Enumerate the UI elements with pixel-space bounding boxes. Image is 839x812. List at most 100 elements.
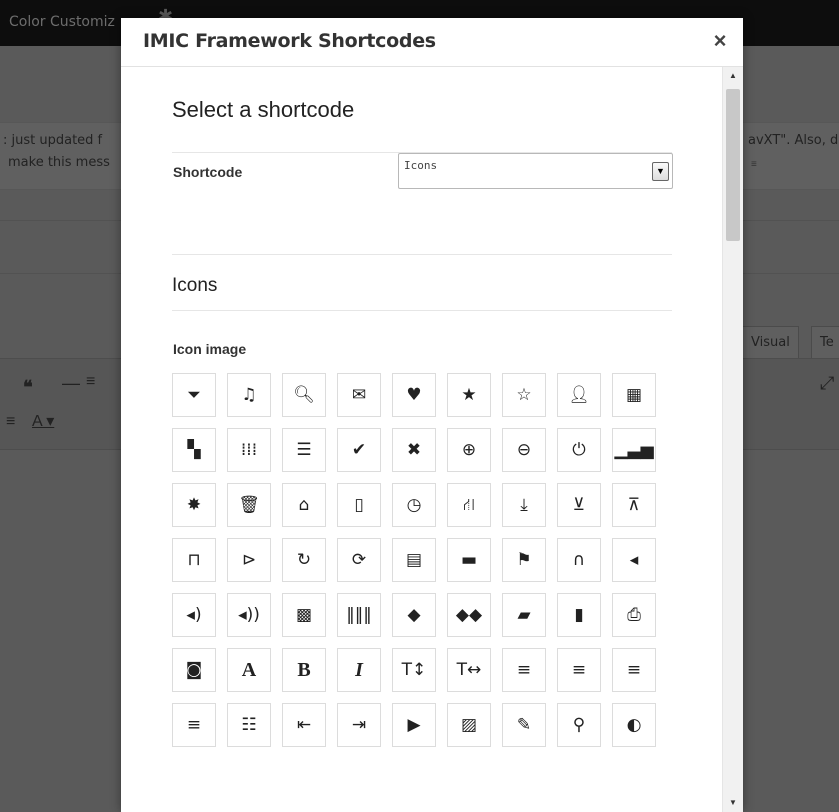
print-icon-button[interactable]: ⎙: [612, 593, 656, 637]
download-icon: ⊻: [572, 494, 586, 515]
align-icon[interactable]: ≡: [86, 373, 95, 391]
italic-icon: I: [355, 659, 363, 681]
tag-icon-button[interactable]: ◆: [392, 593, 436, 637]
camera-icon-button[interactable]: ◙: [172, 648, 216, 692]
zoom-in-icon: ⊕: [461, 439, 477, 460]
remove-icon: ✖: [406, 439, 422, 460]
tab-text[interactable]: Te: [811, 326, 839, 360]
time-icon: ◷: [406, 494, 422, 515]
picture-icon: ▨: [460, 714, 478, 735]
envelope-icon-button[interactable]: ✉: [337, 373, 381, 417]
heart-icon-button[interactable]: ♥: [392, 373, 436, 417]
customizer-link[interactable]: Color Customiz: [9, 14, 115, 30]
tab-visual[interactable]: Visual: [742, 326, 799, 360]
refresh-icon-button[interactable]: ⟳: [337, 538, 381, 582]
align-center-icon-button[interactable]: ≡: [557, 648, 601, 692]
th-large-icon-button[interactable]: ▚: [172, 428, 216, 472]
refresh-icon: ⟳: [351, 549, 367, 570]
film-icon-button[interactable]: ▦: [612, 373, 656, 417]
fullscreen-icon[interactable]: ⤢: [820, 373, 834, 394]
flag-icon-button[interactable]: ⚑: [502, 538, 546, 582]
lock-icon-button[interactable]: ▬: [447, 538, 491, 582]
signal-icon-button[interactable]: ▁▃▅: [612, 428, 656, 472]
close-icon[interactable]: ×: [709, 30, 731, 52]
remove-icon-button[interactable]: ✖: [392, 428, 436, 472]
road-icon-button[interactable]: ⛙: [447, 483, 491, 527]
drag-handle-icon: ≡: [751, 159, 757, 170]
volume-down-icon-button[interactable]: ◂): [172, 593, 216, 637]
headphones-icon-button[interactable]: ∩: [557, 538, 601, 582]
qrcode-icon-button[interactable]: ▩: [282, 593, 326, 637]
italic-icon-button[interactable]: I: [337, 648, 381, 692]
shortcode-select[interactable]: Icons ▼: [398, 153, 673, 189]
filter-icon-button[interactable]: ⏷: [172, 373, 216, 417]
align-justify-icon: ≡: [186, 714, 202, 735]
music-icon-button[interactable]: ♫: [227, 373, 271, 417]
adjust-icon-button[interactable]: ◐: [612, 703, 656, 747]
text-color-icon[interactable]: A ▾: [32, 411, 54, 431]
picture-icon-button[interactable]: ▨: [447, 703, 491, 747]
bold-icon-button[interactable]: B: [282, 648, 326, 692]
download-alt-icon-button[interactable]: ⤓: [502, 483, 546, 527]
map-marker-icon-button[interactable]: ⚲: [557, 703, 601, 747]
indent-left-icon-button[interactable]: ⇤: [282, 703, 326, 747]
chevron-down-icon[interactable]: ▼: [652, 162, 669, 181]
scroll-down-icon[interactable]: ▼: [723, 796, 743, 810]
search-icon-button[interactable]: 🔍︎: [282, 373, 326, 417]
play-circle-icon-button[interactable]: ⊳: [227, 538, 271, 582]
off-icon: ⏻: [572, 439, 586, 460]
horizontal-rule-icon[interactable]: —: [62, 373, 80, 394]
user-icon-button[interactable]: 👤︎: [557, 373, 601, 417]
indent-right-icon-button[interactable]: ⇥: [337, 703, 381, 747]
print-icon: ⎙: [627, 604, 641, 625]
volume-up-icon: ◂)): [238, 604, 260, 625]
star-icon-button[interactable]: ★: [447, 373, 491, 417]
volume-up-icon-button[interactable]: ◂)): [227, 593, 271, 637]
facetime-video-icon-button[interactable]: ▶: [392, 703, 436, 747]
align-justify-icon-button[interactable]: ≡: [172, 703, 216, 747]
list-icon-button[interactable]: ☷: [227, 703, 271, 747]
volume-down-icon: ◂): [186, 604, 202, 625]
star-empty-icon-button[interactable]: ☆: [502, 373, 546, 417]
font-icon-button[interactable]: A: [227, 648, 271, 692]
volume-off-icon-button[interactable]: ◂: [612, 538, 656, 582]
pencil-icon-button[interactable]: ✎: [502, 703, 546, 747]
align-left-icon-button[interactable]: ≡: [502, 648, 546, 692]
bookmark-icon-button[interactable]: ▮: [557, 593, 601, 637]
zoom-in-icon-button[interactable]: ⊕: [447, 428, 491, 472]
zoom-out-icon-button[interactable]: ⊖: [502, 428, 546, 472]
notice-text-right: avXT". Also, d: [748, 133, 839, 148]
section-title: Icons: [172, 275, 218, 296]
blockquote-icon[interactable]: ❝: [23, 377, 33, 398]
text-height-icon-button[interactable]: T↕: [392, 648, 436, 692]
time-icon-button[interactable]: ◷: [392, 483, 436, 527]
off-icon-button[interactable]: ⏻: [557, 428, 601, 472]
file-icon: ▯: [354, 494, 364, 515]
tags-icon-button[interactable]: ◆◆: [447, 593, 491, 637]
pencil-icon: ✎: [516, 714, 532, 735]
list-alt-icon-button[interactable]: ▤: [392, 538, 436, 582]
upload-icon-button[interactable]: ⊼: [612, 483, 656, 527]
scroll-up-icon[interactable]: ▲: [723, 69, 743, 83]
justify-icon[interactable]: ≡: [6, 413, 15, 431]
th-list-icon-button[interactable]: ☰: [282, 428, 326, 472]
text-width-icon-button[interactable]: T↔: [447, 648, 491, 692]
play-circle-icon: ⊳: [241, 549, 257, 570]
file-icon-button[interactable]: ▯: [337, 483, 381, 527]
th-icon-button[interactable]: ⁞⁞⁞: [227, 428, 271, 472]
user-icon: 👤︎: [568, 384, 590, 405]
inbox-icon-button[interactable]: ⊓: [172, 538, 216, 582]
cog-icon-button[interactable]: ✸: [172, 483, 216, 527]
scroll-thumb[interactable]: [726, 89, 740, 241]
barcode-icon-button[interactable]: ‖‖‖: [337, 593, 381, 637]
th-icon: ⁞⁞⁞: [240, 439, 258, 460]
home-icon-button[interactable]: ⌂: [282, 483, 326, 527]
align-right-icon-button[interactable]: ≡: [612, 648, 656, 692]
repeat-icon-button[interactable]: ↻: [282, 538, 326, 582]
trash-icon-button[interactable]: 🗑︎: [227, 483, 271, 527]
book-icon-button[interactable]: ▰: [502, 593, 546, 637]
scrollbar[interactable]: ▲ ▼: [722, 67, 743, 812]
ok-icon-button[interactable]: ✔: [337, 428, 381, 472]
download-icon-button[interactable]: ⊻: [557, 483, 601, 527]
ok-icon: ✔: [351, 439, 367, 460]
